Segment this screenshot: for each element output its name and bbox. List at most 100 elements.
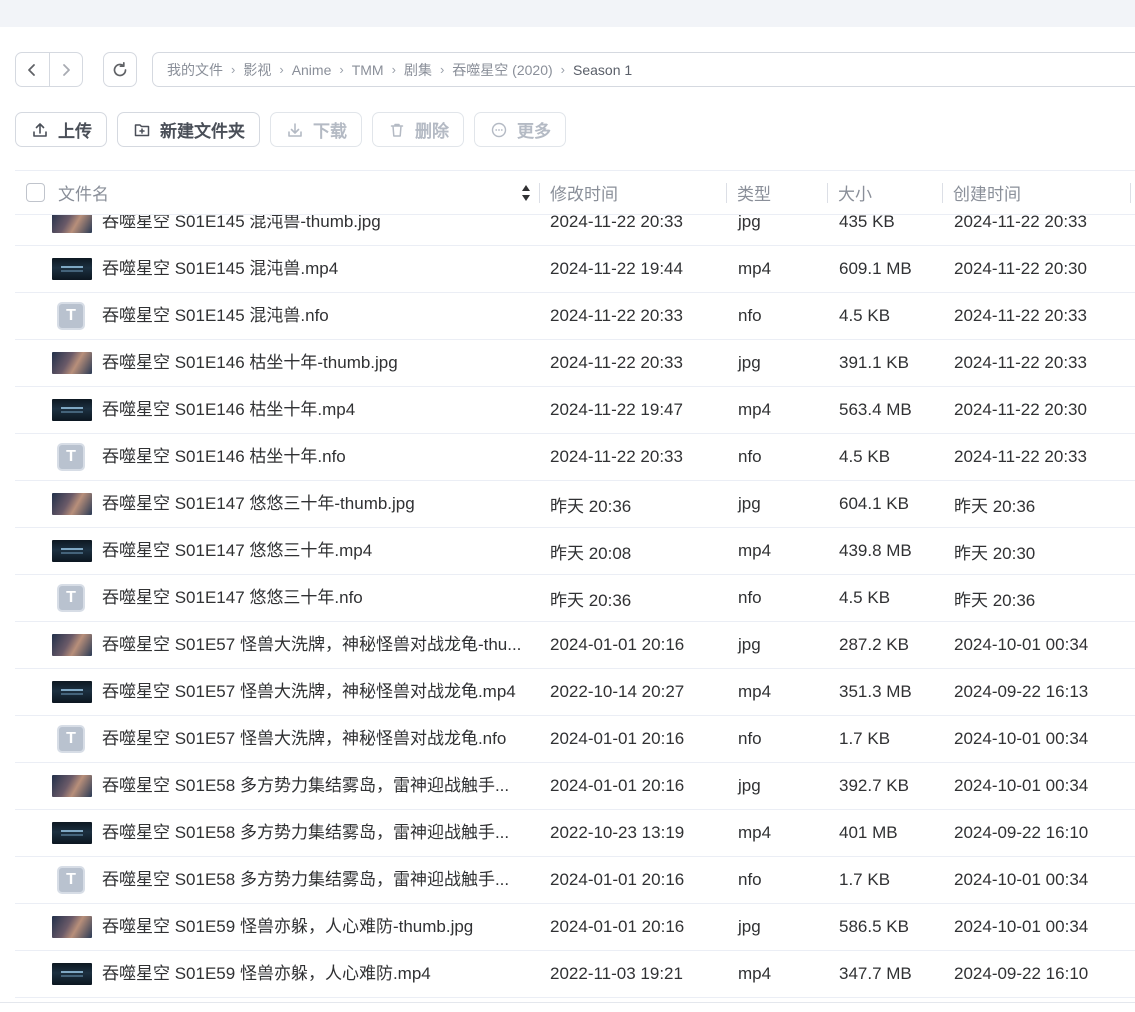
- file-name[interactable]: 吞噬星空 S01E58 多方势力集结雾岛，雷神迎战触手...: [102, 810, 532, 856]
- column-header-ctime[interactable]: 创建时间: [953, 171, 1021, 214]
- modified-time: 2024-01-01 20:16: [550, 635, 685, 654]
- column-header-type[interactable]: 类型: [737, 171, 771, 214]
- table-row[interactable]: 吞噬星空 S01E58 多方势力集结雾岛，雷神迎战触手... 2024-01-01…: [15, 763, 1135, 810]
- upload-label: 上传: [58, 122, 92, 141]
- forward-button[interactable]: [48, 53, 83, 86]
- file-type: jpg: [738, 635, 761, 654]
- video-thumbnail: [52, 822, 92, 844]
- created-time: 2024-09-22 16:13: [954, 682, 1089, 701]
- table-row[interactable]: T 吞噬星空 S01E57 怪兽大洗牌，神秘怪兽对战龙龟.nfo 2024-01-0…: [15, 716, 1135, 763]
- breadcrumb-item[interactable]: 影视: [243, 60, 271, 80]
- table-row[interactable]: T 吞噬星空 S01E146 枯坐十年.nfo 2024-11-22 20:33 nf…: [15, 434, 1135, 481]
- file-type: jpg: [738, 215, 761, 231]
- breadcrumb-item[interactable]: 吞噬星空 (2020): [452, 60, 552, 80]
- back-button[interactable]: [16, 53, 49, 86]
- file-list: 吞噬星空 S01E145 混沌兽-thumb.jpg 2024-11-22 20:…: [15, 215, 1135, 1002]
- file-size: 435 KB: [839, 215, 895, 231]
- breadcrumb-item[interactable]: 我的文件: [167, 60, 223, 80]
- column-divider[interactable]: [539, 183, 540, 203]
- file-name[interactable]: 吞噬星空 S01E145 混沌兽.mp4: [102, 246, 532, 292]
- new-folder-button[interactable]: 新建文件夹: [117, 112, 260, 147]
- table-row[interactable]: 吞噬星空 S01E57 怪兽大洗牌，神秘怪兽对战龙龟.mp4 2022-10-14…: [15, 669, 1135, 716]
- download-button[interactable]: 下载: [270, 112, 362, 147]
- breadcrumb-separator: ›: [339, 62, 344, 77]
- file-name[interactable]: 吞噬星空 S01E58 多方势力集结雾岛，雷神迎战触手...: [102, 763, 532, 809]
- text-file-icon: T: [57, 443, 85, 471]
- file-size: 4.5 KB: [839, 447, 891, 466]
- table-row[interactable]: 吞噬星空 S01E59 怪兽亦躲，人心难防.mp4 2022-11-03 19:2…: [15, 951, 1135, 998]
- column-header-size[interactable]: 大小: [838, 171, 872, 214]
- file-name[interactable]: 吞噬星空 S01E57 怪兽大洗牌，神秘怪兽对战龙龟.nfo: [102, 716, 532, 762]
- breadcrumb-separator: ›: [391, 62, 396, 77]
- table-row[interactable]: 吞噬星空 S01E58 多方势力集结雾岛，雷神迎战触手... 2022-10-23…: [15, 810, 1135, 857]
- video-thumbnail: [52, 681, 92, 703]
- refresh-button[interactable]: [103, 52, 137, 87]
- file-name[interactable]: 吞噬星空 S01E147 悠悠三十年-thumb.jpg: [102, 481, 532, 527]
- file-size: 563.4 MB: [839, 400, 912, 419]
- breadcrumb-separator: ›: [279, 62, 284, 77]
- chevron-left-icon: [28, 63, 36, 76]
- table-row[interactable]: 吞噬星空 S01E147 悠悠三十年.mp4 昨天 20:08 mp4 439.8 M…: [15, 528, 1135, 575]
- column-divider[interactable]: [942, 183, 943, 203]
- modified-time: 2024-11-22 20:33: [550, 447, 683, 466]
- breadcrumb-item[interactable]: TMM: [352, 62, 384, 78]
- file-type: nfo: [738, 447, 762, 466]
- modified-time: 2022-11-03 19:21: [550, 964, 683, 983]
- table-row[interactable]: 吞噬星空 S01E145 混沌兽.mp4 2024-11-22 19:44 mp4 6…: [15, 246, 1135, 293]
- divider: [0, 1002, 1135, 1003]
- text-file-icon: T: [57, 302, 85, 330]
- modified-time: 2024-11-22 20:33: [550, 306, 683, 325]
- column-divider[interactable]: [1130, 183, 1131, 203]
- file-type: mp4: [738, 964, 772, 983]
- table-row[interactable]: 吞噬星空 S01E146 枯坐十年.mp4 2024-11-22 19:47 mp4…: [15, 387, 1135, 434]
- created-time: 2024-09-22 16:10: [954, 823, 1089, 842]
- breadcrumb-item[interactable]: 剧集: [404, 60, 432, 80]
- created-time: 昨天 20:36: [954, 590, 1036, 610]
- table-row[interactable]: 吞噬星空 S01E59 怪兽亦躲，人心难防-thumb.jpg 2024-01-0…: [15, 904, 1135, 951]
- file-name[interactable]: 吞噬星空 S01E146 枯坐十年.nfo: [102, 434, 532, 480]
- file-type: jpg: [738, 917, 761, 936]
- created-time: 2024-11-22 20:30: [954, 259, 1087, 278]
- table-row[interactable]: T 吞噬星空 S01E147 悠悠三十年.nfo 昨天 20:36 nfo 4.5 KB…: [15, 575, 1135, 622]
- column-divider[interactable]: [726, 183, 727, 203]
- download-label: 下载: [313, 122, 347, 141]
- modified-time: 昨天 20:08: [550, 543, 632, 563]
- upload-button[interactable]: 上传: [15, 112, 107, 147]
- file-name[interactable]: 吞噬星空 S01E57 怪兽大洗牌，神秘怪兽对战龙龟.mp4: [102, 669, 532, 715]
- delete-label: 删除: [415, 122, 449, 141]
- file-name[interactable]: 吞噬星空 S01E58 多方势力集结雾岛，雷神迎战触手...: [102, 857, 532, 903]
- select-all-checkbox[interactable]: [26, 183, 45, 202]
- table-row[interactable]: 吞噬星空 S01E147 悠悠三十年-thumb.jpg 昨天 20:36 jpg 6…: [15, 481, 1135, 528]
- column-divider[interactable]: [827, 183, 828, 203]
- file-name[interactable]: 吞噬星空 S01E147 悠悠三十年.mp4: [102, 528, 532, 574]
- file-name[interactable]: 吞噬星空 S01E59 怪兽亦躲，人心难防-thumb.jpg: [102, 904, 532, 950]
- breadcrumb: 我的文件 › 影视 › Anime › TMM › 剧集 › 吞噬星空 (2020) › Season …: [152, 52, 1135, 87]
- folder-plus-icon: [134, 123, 150, 136]
- file-name[interactable]: 吞噬星空 S01E57 怪兽大洗牌，神秘怪兽对战龙龟-thu...: [102, 622, 532, 668]
- column-header-mtime[interactable]: 修改时间: [550, 171, 618, 214]
- file-name[interactable]: 吞噬星空 S01E145 混沌兽-thumb.jpg: [102, 215, 532, 245]
- breadcrumb-item[interactable]: Anime: [292, 62, 332, 78]
- sort-icon[interactable]: [521, 183, 531, 203]
- breadcrumb-separator: ›: [231, 62, 236, 77]
- table-row[interactable]: 吞噬星空 S01E145 混沌兽-thumb.jpg 2024-11-22 20:…: [15, 215, 1135, 246]
- file-type: mp4: [738, 541, 772, 560]
- created-time: 昨天 20:36: [954, 496, 1036, 516]
- file-name[interactable]: 吞噬星空 S01E145 混沌兽.nfo: [102, 293, 532, 339]
- more-button[interactable]: 更多: [474, 112, 566, 147]
- column-header-ctime-label: 创建时间: [953, 185, 1021, 204]
- file-name[interactable]: 吞噬星空 S01E147 悠悠三十年.nfo: [102, 575, 532, 621]
- image-thumbnail: [52, 493, 92, 515]
- table-row[interactable]: T 吞噬星空 S01E58 多方势力集结雾岛，雷神迎战触手... 2024-01-0…: [15, 857, 1135, 904]
- new-folder-label: 新建文件夹: [160, 122, 245, 141]
- file-name[interactable]: 吞噬星空 S01E146 枯坐十年-thumb.jpg: [102, 340, 532, 386]
- file-name[interactable]: 吞噬星空 S01E146 枯坐十年.mp4: [102, 387, 532, 433]
- text-file-icon: T: [57, 725, 85, 753]
- column-header-name[interactable]: 文件名: [58, 171, 109, 214]
- delete-button[interactable]: 删除: [372, 112, 464, 147]
- file-name[interactable]: 吞噬星空 S01E59 怪兽亦躲，人心难防.mp4: [102, 951, 532, 997]
- table-row[interactable]: 吞噬星空 S01E146 枯坐十年-thumb.jpg 2024-11-22 20…: [15, 340, 1135, 387]
- table-row[interactable]: T 吞噬星空 S01E145 混沌兽.nfo 2024-11-22 20:33 nfo…: [15, 293, 1135, 340]
- top-bar: [0, 0, 1135, 27]
- table-row[interactable]: 吞噬星空 S01E57 怪兽大洗牌，神秘怪兽对战龙龟-thu... 2024-01…: [15, 622, 1135, 669]
